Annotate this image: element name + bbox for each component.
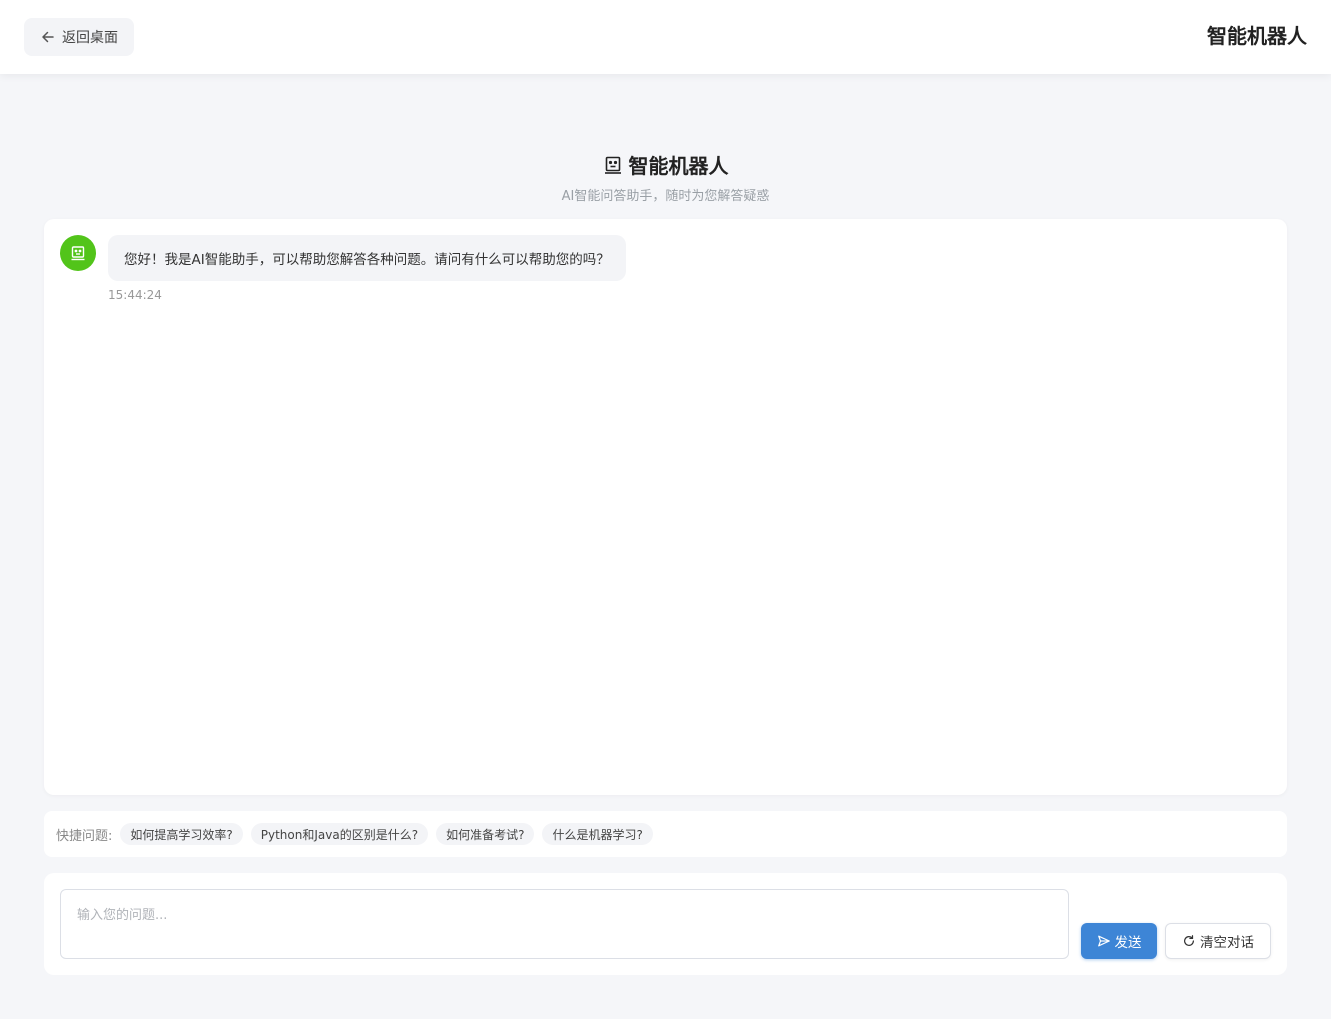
quick-question-chip[interactable]: 什么是机器学习?	[542, 823, 653, 845]
page-subtitle: AI智能问答助手，随时为您解答疑惑	[561, 189, 770, 204]
back-button-label: 返回桌面	[62, 30, 118, 46]
bot-message-bubble: 您好！我是AI智能助手，可以帮助您解答各种问题。请问有什么可以帮助您的吗？	[108, 235, 626, 281]
question-input[interactable]	[60, 889, 1069, 959]
page-header: 智能机器人 AI智能问答助手，随时为您解答疑惑	[0, 150, 1331, 204]
refresh-icon	[1184, 935, 1194, 946]
input-panel: 发送 清空对话	[44, 873, 1287, 975]
send-button[interactable]: 发送	[1081, 923, 1157, 959]
app-title: 智能机器人	[1207, 24, 1307, 48]
quick-question-chip[interactable]: 如何提高学习效率?	[120, 823, 243, 845]
robot-icon	[71, 246, 85, 261]
chat-messages-panel[interactable]: 您好！我是AI智能助手，可以帮助您解答各种问题。请问有什么可以帮助您的吗？ 15…	[44, 219, 1287, 795]
robot-icon	[604, 156, 621, 174]
back-to-desktop-button[interactable]: 返回桌面	[24, 18, 134, 56]
clear-conversation-button[interactable]: 清空对话	[1165, 923, 1271, 959]
send-icon	[1097, 935, 1110, 947]
page-title: 智能机器人	[603, 150, 729, 179]
clear-button-label: 清空对话	[1200, 935, 1254, 951]
bot-avatar	[60, 235, 96, 271]
quick-questions-bar: 快捷问题: 如何提高学习效率? Python和Java的区别是什么? 如何准备考…	[44, 811, 1287, 857]
quick-questions-label: 快捷问题:	[56, 828, 113, 844]
quick-question-chip[interactable]: Python和Java的区别是什么?	[250, 823, 429, 845]
top-bar: 返回桌面 智能机器人	[0, 0, 1331, 74]
arrow-left-icon	[42, 31, 54, 43]
message-timestamp: 15:44:24	[108, 288, 162, 302]
send-button-label: 发送	[1114, 935, 1142, 951]
page-title-text: 智能机器人	[628, 154, 729, 178]
quick-question-chip[interactable]: 如何准备考试?	[436, 823, 535, 845]
